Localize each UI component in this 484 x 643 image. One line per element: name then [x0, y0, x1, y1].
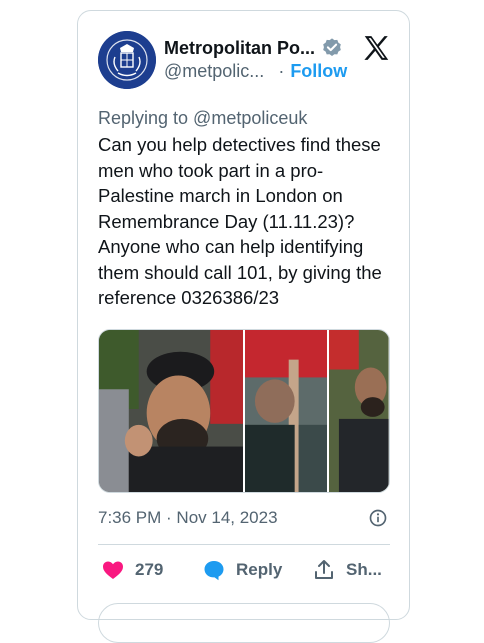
photo-man-flag — [244, 330, 328, 492]
reply-bubble-icon — [204, 561, 224, 581]
info-icon[interactable] — [368, 508, 388, 528]
photo-bearded-man — [329, 330, 389, 492]
crest-icon — [98, 31, 156, 89]
separator-dot: · — [278, 61, 285, 81]
account-name[interactable]: Metropolitan Po... — [164, 38, 315, 59]
x-logo-icon[interactable] — [361, 33, 391, 63]
tweet-media[interactable] — [98, 329, 390, 493]
media-photo-2[interactable] — [244, 330, 328, 492]
verified-badge-icon — [323, 38, 341, 56]
read-replies-button[interactable] — [98, 603, 390, 643]
heart-icon — [103, 561, 123, 579]
share-label: Sh... — [346, 560, 382, 579]
share-button[interactable]: Sh... — [312, 558, 382, 582]
follow-button[interactable]: Follow — [290, 61, 347, 82]
media-photo-3[interactable] — [329, 330, 389, 492]
reply-button[interactable]: Reply — [202, 558, 282, 582]
media-photo-1[interactable] — [99, 330, 243, 492]
account-avatar[interactable] — [98, 31, 156, 89]
tweet-text: Can you help detectives find these men w… — [98, 134, 382, 308]
tweet-card[interactable]: Metropolitan Po... @metpolic... · Follow… — [77, 10, 410, 643]
like-button[interactable]: 279 — [101, 558, 163, 582]
account-handle[interactable]: @metpolic... — [164, 61, 264, 82]
tweet-actions: 279 Reply Sh... — [98, 558, 398, 588]
reply-label: Reply — [236, 560, 283, 579]
replying-to-label[interactable]: Replying to @metpoliceuk — [98, 108, 307, 129]
likes-count: 279 — [135, 560, 164, 579]
share-icon — [315, 560, 333, 579]
divider — [98, 544, 390, 545]
tweet-timestamp[interactable]: 7:36 PM · Nov 14, 2023 — [98, 508, 278, 527]
photo-crowd-man-cap — [99, 330, 243, 492]
